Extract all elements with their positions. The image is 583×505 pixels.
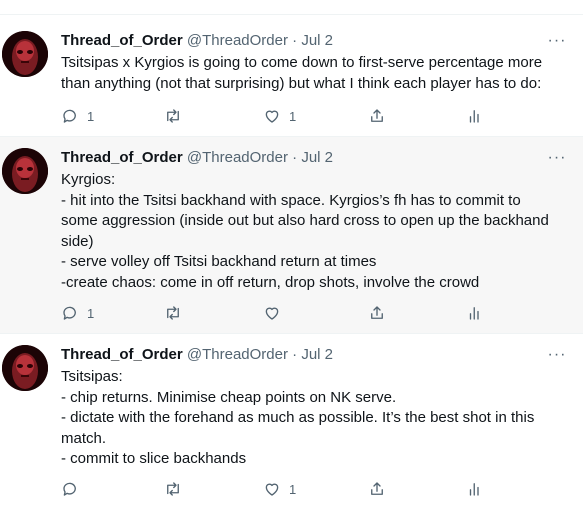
retweet-icon xyxy=(167,306,179,320)
separator-dot: · xyxy=(292,32,298,49)
user-handle[interactable]: @ThreadOrder xyxy=(187,149,288,166)
top-divider xyxy=(0,0,583,15)
reply-button[interactable]: 1 xyxy=(61,303,94,323)
tweet-text-line: side) xyxy=(61,232,94,250)
tweet-actions: 1 1 xyxy=(61,106,511,126)
tweet-text-line: - commit to slice backhands xyxy=(61,450,247,467)
tweet-text: Kyrgios: - hit into the Tsitsi backhand … xyxy=(61,170,576,293)
user-handle[interactable]: @ThreadOrder xyxy=(187,346,288,363)
reply-icon xyxy=(63,482,76,496)
avatar-image xyxy=(2,31,48,77)
tweet-text-line: - chip returns. Minimise cheap points on… xyxy=(61,388,397,406)
retweet-button[interactable] xyxy=(164,479,190,499)
like-count: 1 xyxy=(289,108,297,124)
tweet-date[interactable]: Jul 2 xyxy=(301,346,333,363)
avatar-image xyxy=(2,345,48,391)
tweet-text-line: some aggression (inside out but also har… xyxy=(61,212,549,229)
separator-dot: · xyxy=(292,149,298,166)
heart-icon xyxy=(265,110,279,123)
tweet-header: Thread_of_Order @ThreadOrder · Jul 2 xyxy=(61,345,333,365)
share-button[interactable] xyxy=(368,106,386,126)
analytics-icon xyxy=(469,307,479,320)
reply-icon xyxy=(63,109,76,123)
share-icon xyxy=(371,482,383,495)
like-button[interactable]: 1 xyxy=(263,479,296,499)
tweet-text-line: than anything (not that surprising) but … xyxy=(61,74,542,92)
tweet-3[interactable]: Thread_of_Order @ThreadOrder · Jul 2 ···… xyxy=(0,334,583,505)
analytics-icon xyxy=(469,483,479,496)
reply-button[interactable] xyxy=(61,479,87,499)
tweet-header: Thread_of_Order @ThreadOrder · Jul 2 xyxy=(61,148,333,168)
tweet-actions: 1 xyxy=(61,479,511,499)
tweet-text-line: Tsitsipas: xyxy=(61,368,123,385)
user-handle[interactable]: @ThreadOrder xyxy=(187,32,288,49)
tweet-text-line: match. xyxy=(61,429,107,447)
tweet-text: Tsitsipas: - chip returns. Minimise chea… xyxy=(61,367,576,470)
avatar-image xyxy=(2,148,48,194)
reply-icon xyxy=(63,306,76,320)
like-count: 1 xyxy=(289,481,297,497)
retweet-button[interactable] xyxy=(164,303,190,323)
tweet-header: Thread_of_Order @ThreadOrder · Jul 2 xyxy=(61,31,333,51)
heart-icon xyxy=(265,307,279,320)
tweet-text-line: - hit into the Tsitsi backhand with spac… xyxy=(61,191,521,209)
more-icon[interactable]: ··· xyxy=(547,347,567,369)
avatar[interactable] xyxy=(2,345,48,391)
retweet-icon xyxy=(167,109,179,123)
retweet-icon xyxy=(167,482,179,496)
analytics-button[interactable] xyxy=(466,303,484,323)
avatar[interactable] xyxy=(2,31,48,77)
tweet-date[interactable]: Jul 2 xyxy=(301,149,333,166)
share-icon xyxy=(371,306,383,319)
share-button[interactable] xyxy=(368,303,386,323)
separator-dot: · xyxy=(292,346,298,363)
retweet-button[interactable] xyxy=(164,106,190,126)
tweet-text-line: - dictate with the forehand as much as p… xyxy=(61,409,535,426)
tweet-text: Tsitsipas x Kyrgios is going to come dow… xyxy=(61,53,576,94)
tweet-1[interactable]: Thread_of_Order @ThreadOrder · Jul 2 ···… xyxy=(0,16,583,136)
avatar[interactable] xyxy=(2,148,48,194)
like-button[interactable]: 1 xyxy=(263,106,296,126)
share-button[interactable] xyxy=(368,479,386,499)
reply-count: 1 xyxy=(87,305,95,321)
tweet-text-line: Kyrgios: xyxy=(61,171,116,188)
heart-icon xyxy=(265,483,279,496)
tweet-2[interactable]: Thread_of_Order @ThreadOrder · Jul 2 ···… xyxy=(0,137,583,333)
tweet-text-line: Tsitsipas x Kyrgios is going to come dow… xyxy=(61,54,543,71)
display-name[interactable]: Thread_of_Order xyxy=(61,149,183,166)
tweet-date[interactable]: Jul 2 xyxy=(301,32,333,49)
share-icon xyxy=(371,109,383,122)
display-name[interactable]: Thread_of_Order xyxy=(61,346,183,363)
analytics-button[interactable] xyxy=(466,106,484,126)
tweet-actions: 1 xyxy=(61,303,511,323)
display-name[interactable]: Thread_of_Order xyxy=(61,32,183,49)
analytics-button[interactable] xyxy=(466,479,484,499)
reply-count: 1 xyxy=(87,108,95,124)
more-icon[interactable]: ··· xyxy=(547,33,567,55)
like-button[interactable] xyxy=(263,303,289,323)
analytics-icon xyxy=(469,110,479,123)
tweet-text-line: - serve volley off Tsitsi backhand retur… xyxy=(61,253,377,270)
more-icon[interactable]: ··· xyxy=(547,150,567,172)
reply-button[interactable]: 1 xyxy=(61,106,94,126)
tweet-text-line: -create chaos: come in off return, drop … xyxy=(61,273,480,291)
